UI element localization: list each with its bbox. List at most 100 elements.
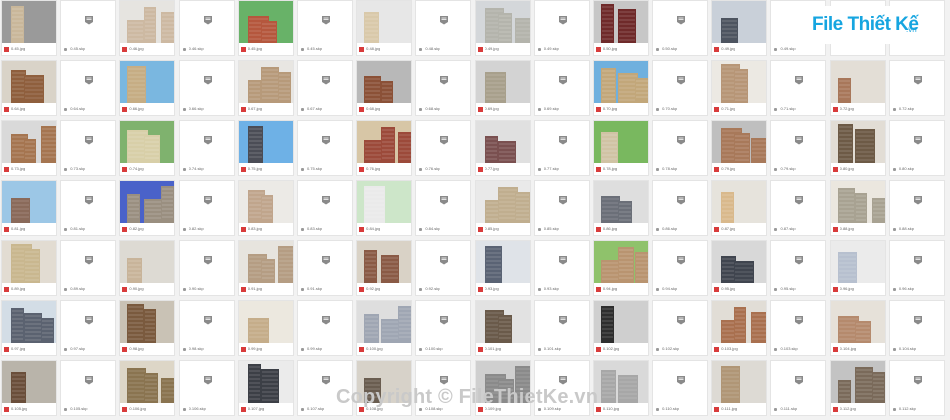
image-file-tile[interactable]: 0.72.jpg xyxy=(829,60,886,116)
model-file-tile[interactable]: 0.71.skp xyxy=(770,60,827,116)
image-file-tile[interactable]: 0.84.jpg xyxy=(356,180,413,236)
image-file-tile[interactable]: 0.76.jpg xyxy=(356,120,413,176)
model-file-tile[interactable]: 0.86.skp xyxy=(652,180,709,236)
model-file-tile[interactable]: 0.45.skp xyxy=(60,0,117,56)
model-file-tile[interactable]: 0.90.skp xyxy=(178,240,235,296)
image-file-tile[interactable]: 0.74.jpg xyxy=(119,120,176,176)
image-file-tile[interactable]: 0.67.jpg xyxy=(237,60,294,116)
model-file-tile[interactable]: 0.49.skp xyxy=(533,0,590,56)
model-file-tile[interactable]: 0.45.skp xyxy=(296,0,353,56)
model-file-tile[interactable]: 0.104.skp xyxy=(888,300,945,356)
image-file-tile[interactable]: 0.48.jpg xyxy=(356,0,413,56)
model-file-tile[interactable]: 0.95.skp xyxy=(770,240,827,296)
model-file-tile[interactable]: 0.89.skp xyxy=(60,240,117,296)
image-file-tile[interactable]: 0.50.jpg xyxy=(592,0,649,56)
image-file-tile[interactable]: 0.94.jpg xyxy=(592,240,649,296)
image-file-tile[interactable]: 0.86.jpg xyxy=(592,180,649,236)
model-file-tile[interactable]: 0.103.skp xyxy=(770,300,827,356)
model-file-tile[interactable]: 0.66.skp xyxy=(178,60,235,116)
model-file-tile[interactable]: 0.87.skp xyxy=(770,180,827,236)
model-file-tile[interactable]: 0.69.skp xyxy=(533,60,590,116)
model-file-tile[interactable]: 0.70.skp xyxy=(652,60,709,116)
image-file-tile[interactable]: 0.107.jpg xyxy=(237,360,294,416)
image-file-tile[interactable]: 0.99.jpg xyxy=(237,300,294,356)
model-file-tile[interactable]: 0.100.skp xyxy=(415,300,472,356)
image-file-tile[interactable]: 0.96.jpg xyxy=(829,240,886,296)
model-file-tile[interactable]: 0.83.skp xyxy=(296,180,353,236)
image-file-tile[interactable]: 0.93.jpg xyxy=(474,240,531,296)
model-file-tile[interactable]: 0.102.skp xyxy=(652,300,709,356)
model-file-tile[interactable]: 0.46.skp xyxy=(178,0,235,56)
image-file-tile[interactable]: 0.95.jpg xyxy=(711,240,768,296)
model-file-tile[interactable]: 0.67.skp xyxy=(296,60,353,116)
model-file-tile[interactable]: 0.106.skp xyxy=(178,360,235,416)
model-file-tile[interactable]: 0.68.skp xyxy=(415,60,472,116)
model-file-tile[interactable]: 0.110.skp xyxy=(652,360,709,416)
image-file-tile[interactable]: 0.92.jpg xyxy=(356,240,413,296)
image-file-tile[interactable]: 0.85.jpg xyxy=(474,180,531,236)
image-file-tile[interactable]: 0.89.jpg xyxy=(1,240,57,296)
image-file-tile[interactable]: 0.102.jpg xyxy=(592,300,649,356)
image-file-tile[interactable]: 0.88.jpg xyxy=(829,180,886,236)
image-file-tile[interactable]: 0.111.jpg xyxy=(711,360,768,416)
model-file-tile[interactable]: 0.99.skp xyxy=(296,300,353,356)
model-file-tile[interactable]: 0.82.skp xyxy=(178,180,235,236)
image-file-tile[interactable]: 0.101.jpg xyxy=(474,300,531,356)
image-file-tile[interactable]: 0.68.jpg xyxy=(356,60,413,116)
model-file-tile[interactable]: 0.64.skp xyxy=(60,60,117,116)
image-file-tile[interactable]: 0.103.jpg xyxy=(711,300,768,356)
model-file-tile[interactable]: 0.111.skp xyxy=(770,360,827,416)
model-file-tile[interactable]: 0.101.skp xyxy=(533,300,590,356)
image-file-tile[interactable]: 0.79.jpg xyxy=(711,120,768,176)
model-file-tile[interactable]: 0.72.skp xyxy=(888,60,945,116)
image-file-tile[interactable]: 0.71.jpg xyxy=(711,60,768,116)
model-file-tile[interactable]: 0.81.skp xyxy=(60,180,117,236)
image-file-tile[interactable]: 0.110.jpg xyxy=(592,360,649,416)
model-file-tile[interactable]: 0.96.skp xyxy=(888,240,945,296)
image-file-tile[interactable]: 0.49.jpg xyxy=(474,0,531,56)
model-file-tile[interactable]: 0.92.skp xyxy=(415,240,472,296)
image-file-tile[interactable]: 0.45.jpg xyxy=(1,0,57,56)
model-file-tile[interactable]: 0.76.skp xyxy=(415,120,472,176)
model-file-tile[interactable]: 0.75.skp xyxy=(296,120,353,176)
image-file-tile[interactable]: 0.112.jpg xyxy=(829,360,886,416)
model-file-tile[interactable]: 0.98.skp xyxy=(178,300,235,356)
image-file-tile[interactable]: 0.105.jpg xyxy=(1,360,57,416)
image-file-tile[interactable]: 0.97.jpg xyxy=(1,300,57,356)
model-file-tile[interactable]: 0.94.skp xyxy=(652,240,709,296)
image-file-tile[interactable]: 0.82.jpg xyxy=(119,180,176,236)
image-file-tile[interactable]: 0.73.jpg xyxy=(1,120,57,176)
image-file-tile[interactable]: 0.83.jpg xyxy=(237,180,294,236)
model-file-tile[interactable]: 0.74.skp xyxy=(178,120,235,176)
image-file-tile[interactable]: 0.90.jpg xyxy=(119,240,176,296)
model-file-tile[interactable]: 0.91.skp xyxy=(296,240,353,296)
model-file-tile[interactable]: 0.88.skp xyxy=(888,180,945,236)
model-file-tile[interactable]: 0.97.skp xyxy=(60,300,117,356)
model-file-tile[interactable]: 0.48.skp xyxy=(415,0,472,56)
image-file-tile[interactable]: 0.104.jpg xyxy=(829,300,886,356)
model-file-tile[interactable]: 0.85.skp xyxy=(533,180,590,236)
image-file-tile[interactable]: 0.91.jpg xyxy=(237,240,294,296)
image-file-tile[interactable]: 0.45.jpg xyxy=(237,0,294,56)
model-file-tile[interactable]: 0.50.skp xyxy=(652,0,709,56)
model-file-tile[interactable]: 0.78.skp xyxy=(652,120,709,176)
image-file-tile[interactable]: 0.69.jpg xyxy=(474,60,531,116)
image-file-tile[interactable]: 0.49.jpg xyxy=(711,0,768,56)
image-file-tile[interactable]: 0.100.jpg xyxy=(356,300,413,356)
model-file-tile[interactable]: 0.84.skp xyxy=(415,180,472,236)
model-file-tile[interactable]: 0.80.skp xyxy=(888,120,945,176)
image-file-tile[interactable]: 0.87.jpg xyxy=(711,180,768,236)
image-file-tile[interactable]: 0.98.jpg xyxy=(119,300,176,356)
image-file-tile[interactable]: 0.106.jpg xyxy=(119,360,176,416)
model-file-tile[interactable]: 0.73.skp xyxy=(60,120,117,176)
image-file-tile[interactable]: 0.64.jpg xyxy=(1,60,57,116)
model-file-tile[interactable]: 0.77.skp xyxy=(533,120,590,176)
model-file-tile[interactable]: 0.79.skp xyxy=(770,120,827,176)
image-file-tile[interactable]: 0.80.jpg xyxy=(829,120,886,176)
image-file-tile[interactable]: 0.70.jpg xyxy=(592,60,649,116)
image-file-tile[interactable]: 0.66.jpg xyxy=(119,60,176,116)
image-file-tile[interactable]: 0.78.jpg xyxy=(592,120,649,176)
image-file-tile[interactable]: 0.81.jpg xyxy=(1,180,57,236)
model-file-tile[interactable]: 0.105.skp xyxy=(60,360,117,416)
model-file-tile[interactable]: 0.93.skp xyxy=(533,240,590,296)
